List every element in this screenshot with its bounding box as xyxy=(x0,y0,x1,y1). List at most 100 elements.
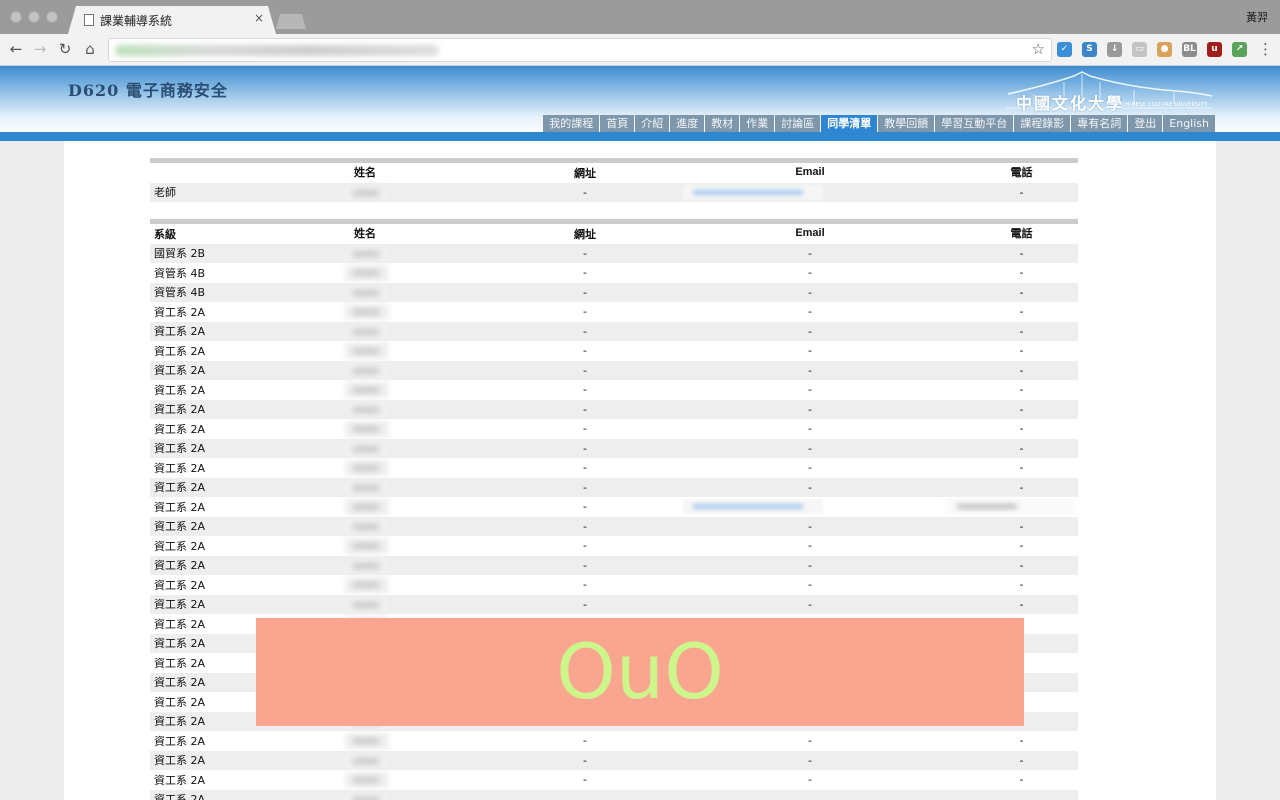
cell-email: - xyxy=(808,578,812,591)
new-tab-button[interactable] xyxy=(276,14,306,29)
cell-dept: 國貿系 2B xyxy=(154,247,206,261)
table-row: 資工系 2A - - - xyxy=(150,477,1078,497)
cell-email: - xyxy=(808,285,812,299)
cell-email: - xyxy=(808,324,812,338)
cell-email[interactable] xyxy=(655,497,965,517)
table-header-row: 系級 姓名 網址 Email 電話 xyxy=(150,224,1078,244)
reload-extension-icon[interactable]: ↗ xyxy=(1232,42,1247,57)
redacted-email-link[interactable] xyxy=(683,184,823,200)
cell-email: - xyxy=(808,383,812,396)
tab-close-icon[interactable]: × xyxy=(254,11,264,25)
cell-name xyxy=(345,458,515,478)
cell-dept: 老師 xyxy=(154,186,176,200)
cell-dept: 資工系 2A xyxy=(154,461,206,475)
nav-item[interactable]: 討論區 xyxy=(775,115,821,132)
forward-icon[interactable]: → xyxy=(31,40,49,58)
cell-name xyxy=(345,497,515,517)
cell-phone: - xyxy=(1019,753,1024,767)
cell-name xyxy=(345,731,515,751)
redacted-name xyxy=(345,460,389,476)
nav-item[interactable]: 我的課程 xyxy=(543,115,600,132)
reload-icon[interactable]: ↻ xyxy=(56,40,74,58)
nav-item[interactable]: 介紹 xyxy=(635,115,670,132)
redacted-name xyxy=(345,791,389,800)
redacted-email-link[interactable] xyxy=(683,499,823,514)
page-icon xyxy=(84,14,94,26)
nav-item[interactable]: 專有名詞 xyxy=(1071,115,1128,132)
cell-website: - xyxy=(583,185,587,199)
bl-extension-icon[interactable]: BL xyxy=(1182,42,1197,57)
nav-item[interactable]: 教學回饋 xyxy=(878,115,935,132)
window-minimize-button[interactable] xyxy=(28,11,40,23)
check-extension-icon[interactable]: ✓ xyxy=(1057,42,1072,57)
s-extension-icon[interactable]: S xyxy=(1082,42,1097,57)
profile-name[interactable]: 黃羿 xyxy=(1246,9,1268,25)
cell-email[interactable] xyxy=(655,183,965,203)
address-bar[interactable]: ☆ xyxy=(108,38,1052,62)
cell-name xyxy=(345,575,515,595)
nav-item[interactable]: English xyxy=(1163,115,1215,132)
browser-tab[interactable]: 課業輔導系統 × xyxy=(68,6,276,34)
header-tel: 電話 xyxy=(1010,227,1033,240)
site-header: D620 電子商務安全 中國文化大學 CHINESE CULTURE UNIVE… xyxy=(0,66,1280,134)
cell-website: - xyxy=(583,383,587,397)
cast-extension-icon[interactable]: ▭ xyxy=(1132,42,1147,57)
cell-website: - xyxy=(583,734,587,748)
nav-item[interactable]: 課程錄影 xyxy=(1014,115,1071,132)
cell-email: - xyxy=(808,480,812,494)
redacted-name xyxy=(345,421,389,437)
nav-item[interactable]: 同學清單 xyxy=(821,115,878,132)
back-icon[interactable]: ← xyxy=(7,40,25,58)
cell-phone: - xyxy=(1019,461,1024,474)
cell-email: - xyxy=(808,246,812,260)
table-row: 資工系 2A - - - xyxy=(150,750,1078,770)
table-row: 資管系 4B - - - xyxy=(150,263,1078,283)
nav-item[interactable]: 作業 xyxy=(740,115,775,132)
download-extension-icon[interactable]: ↓ xyxy=(1107,42,1122,57)
tab-title: 課業輔導系統 xyxy=(100,14,173,28)
cell-phone: - xyxy=(1019,597,1024,611)
home-icon[interactable]: ⌂ xyxy=(81,40,99,58)
cell-name xyxy=(345,322,515,342)
table-row: 資工系 2A - - - xyxy=(150,321,1078,342)
nav-item[interactable]: 首頁 xyxy=(600,115,635,132)
cell-email: - xyxy=(808,422,812,435)
cell-name xyxy=(345,790,515,800)
cell-email: - xyxy=(808,266,812,279)
university-logo[interactable]: 中國文化大學 CHINESE CULTURE UNIVERSITY xyxy=(1004,68,1216,116)
window-close-button[interactable] xyxy=(10,11,22,23)
header-tel: 電話 xyxy=(1010,166,1033,179)
teacher-table: 姓名 網址 Email 電話 老師 - - xyxy=(150,158,1078,202)
cell-website: - xyxy=(583,539,587,553)
cell-phone: - xyxy=(1019,734,1024,747)
cell-dept: 資工系 2A xyxy=(154,520,206,534)
cell-phone xyxy=(965,790,1078,800)
nav-item[interactable]: 登出 xyxy=(1128,115,1163,132)
cell-website: - xyxy=(583,246,587,260)
redacted-phone xyxy=(945,498,1075,515)
redacted-name xyxy=(345,245,389,262)
cell-name xyxy=(345,556,515,576)
header-dept: 系級 xyxy=(154,227,176,241)
cell-dept: 資工系 2A xyxy=(154,344,206,358)
cell-dept: 資工系 2A xyxy=(154,734,206,748)
cell-website: - xyxy=(583,402,587,416)
nav-item[interactable]: 學習互動平台 xyxy=(935,115,1014,132)
cell-website: - xyxy=(583,344,587,358)
window-zoom-button[interactable] xyxy=(46,11,58,23)
nav-item[interactable]: 教材 xyxy=(705,115,740,132)
cell-dept: 資工系 2A xyxy=(154,442,206,456)
ublock-extension-icon[interactable]: u xyxy=(1207,42,1222,57)
table-row: 資工系 2A - - - xyxy=(150,555,1078,576)
table-row: 資工系 2A - - - xyxy=(150,516,1078,536)
bookmark-star-icon[interactable]: ☆ xyxy=(1032,40,1045,58)
browser-menu-icon[interactable]: ⋮ xyxy=(1258,40,1273,58)
nav-item[interactable]: 進度 xyxy=(670,115,705,132)
redacted-name xyxy=(345,440,389,457)
table-row: 資工系 2A - - - xyxy=(150,341,1078,361)
cell-phone: - xyxy=(1019,402,1024,416)
cookie-extension-icon[interactable]: ● xyxy=(1157,42,1172,57)
cell-phone: - xyxy=(1019,558,1024,572)
cell-name xyxy=(345,536,515,556)
redacted-name xyxy=(345,499,389,515)
